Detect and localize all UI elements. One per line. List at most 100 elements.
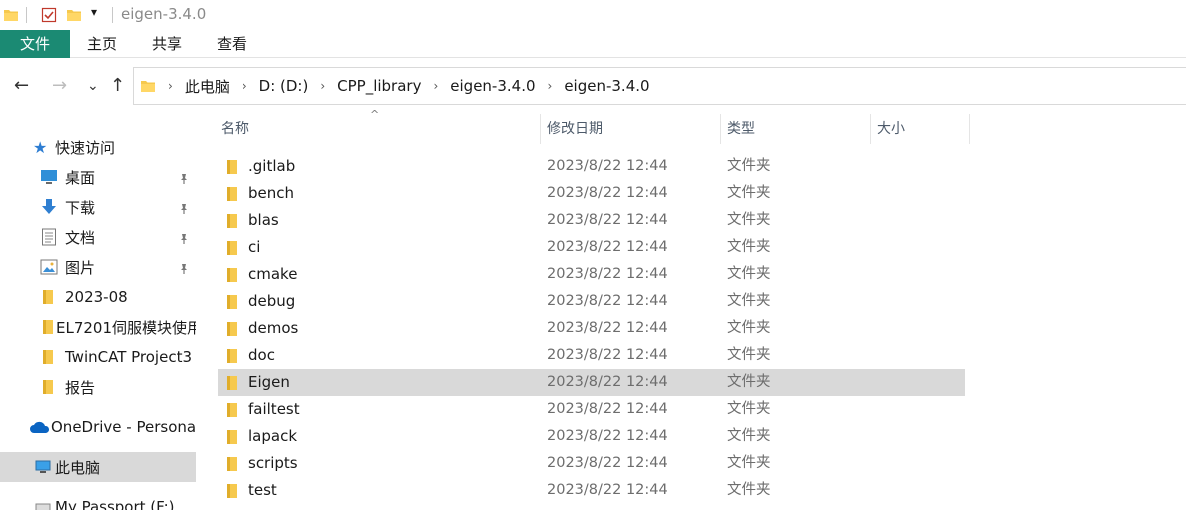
breadcrumb-eigen-parent[interactable]: eigen-3.4.0	[450, 77, 535, 95]
back-button[interactable]: ←	[14, 76, 29, 96]
chevron-right-icon[interactable]: ›	[433, 79, 438, 93]
sidebar-item-report[interactable]: 报告	[0, 372, 196, 402]
quick-access-dropdown-icon[interactable]: ▾	[91, 5, 97, 19]
breadcrumb-drive-d[interactable]: D: (D:)	[259, 77, 309, 95]
window-title: eigen-3.4.0	[121, 5, 207, 23]
tab-view[interactable]: 查看	[207, 30, 257, 58]
pin-icon[interactable]	[178, 201, 190, 214]
chevron-right-icon[interactable]: ›	[320, 79, 325, 93]
sidebar-item-label: 文档	[65, 228, 96, 247]
sidebar-item-el7201[interactable]: EL7201伺服模块使用	[0, 312, 196, 342]
sidebar-item-label: 图片	[65, 258, 96, 277]
properties-icon[interactable]	[41, 7, 57, 27]
sidebar-item-downloads[interactable]: 下载	[0, 192, 196, 222]
file-name: cmake	[248, 265, 298, 283]
file-row[interactable]: lapack 2023/8/22 12:44 文件夹	[218, 423, 965, 450]
recent-locations-button[interactable]: ⌄	[87, 76, 99, 96]
sidebar-item-2023-08[interactable]: 2023-08	[0, 282, 196, 312]
tab-home[interactable]: 主页	[77, 30, 127, 58]
chevron-right-icon[interactable]: ›	[548, 79, 553, 93]
file-row[interactable]: blas 2023/8/22 12:44 文件夹	[218, 207, 965, 234]
tab-share[interactable]: 共享	[142, 30, 192, 58]
file-name: test	[248, 481, 277, 499]
file-name: lapack	[248, 427, 298, 445]
folder-icon	[40, 349, 65, 365]
sidebar-item-label: 下载	[65, 198, 96, 217]
file-row[interactable]: failtest 2023/8/22 12:44 文件夹	[218, 396, 965, 423]
file-type: 文件夹	[727, 293, 771, 309]
up-button[interactable]: ↑	[110, 76, 125, 96]
folder-icon	[224, 429, 240, 449]
sidebar-item-my-passport[interactable]: My Passport (F:)	[0, 492, 196, 510]
file-type: 文件夹	[727, 158, 771, 174]
breadcrumb-cpp-library[interactable]: CPP_library	[337, 77, 421, 95]
file-modified-date: 2023/8/22 12:44	[547, 320, 668, 336]
file-type: 文件夹	[727, 455, 771, 471]
file-row[interactable]: debug 2023/8/22 12:44 文件夹	[218, 288, 965, 315]
sidebar-item-twincat[interactable]: TwinCAT Project3	[0, 342, 196, 372]
sidebar-item-label: 快速访问	[55, 138, 116, 157]
file-name: Eigen	[248, 373, 290, 391]
column-header-modified[interactable]: 修改日期	[541, 114, 720, 144]
column-header-size[interactable]: 大小	[871, 114, 969, 144]
folder-icon	[40, 289, 65, 305]
file-name: .gitlab	[248, 157, 296, 175]
address-bar[interactable]: › 此电脑 › D: (D:) › CPP_library › eigen-3.…	[133, 67, 1186, 105]
file-type: 文件夹	[727, 482, 771, 498]
column-header-type[interactable]: 类型	[721, 114, 870, 144]
file-row[interactable]: ci 2023/8/22 12:44 文件夹	[218, 234, 965, 261]
file-name: failtest	[248, 400, 300, 418]
file-modified-date: 2023/8/22 12:44	[547, 455, 668, 471]
file-row[interactable]: demos 2023/8/22 12:44 文件夹	[218, 315, 965, 342]
sidebar-item-documents[interactable]: 文档	[0, 222, 196, 252]
breadcrumb-this-pc[interactable]: 此电脑	[185, 76, 230, 97]
folder-icon	[40, 319, 56, 335]
file-name: debug	[248, 292, 296, 310]
sidebar-item-desktop[interactable]: 桌面	[0, 162, 196, 192]
folder-icon	[224, 240, 240, 260]
sidebar-item-onedrive[interactable]: OneDrive - Personal	[0, 412, 196, 442]
file-row[interactable]: bench 2023/8/22 12:44 文件夹	[218, 180, 965, 207]
file-type: 文件夹	[727, 374, 771, 390]
sidebar-item-pictures[interactable]: 图片	[0, 252, 196, 282]
file-type: 文件夹	[727, 320, 771, 336]
desktop-icon	[40, 169, 65, 185]
navigation-pane: ★ 快速访问 桌面 下载 文档 图片 2023-08 EL7201伺服模块使用 …	[0, 114, 196, 510]
file-name: demos	[248, 319, 299, 337]
tab-file[interactable]: 文件	[0, 30, 70, 58]
file-row[interactable]: Eigen 2023/8/22 12:44 文件夹	[218, 369, 965, 396]
pin-icon[interactable]	[178, 231, 190, 244]
chevron-right-icon[interactable]: ›	[168, 79, 173, 93]
folder-icon	[224, 321, 240, 341]
column-divider[interactable]	[969, 114, 970, 144]
sidebar-item-label: EL7201伺服模块使用	[56, 318, 196, 337]
file-row[interactable]: test 2023/8/22 12:44 文件夹	[218, 477, 965, 504]
pin-icon[interactable]	[178, 261, 190, 274]
file-name: doc	[248, 346, 275, 364]
folder-icon[interactable]	[3, 7, 19, 27]
file-row[interactable]: scripts 2023/8/22 12:44 文件夹	[218, 450, 965, 477]
file-modified-date: 2023/8/22 12:44	[547, 185, 668, 201]
column-header-name[interactable]: 名称	[215, 114, 540, 144]
ribbon: 文件 主页 共享 查看	[0, 30, 1186, 58]
forward-button[interactable]: →	[52, 76, 67, 96]
sidebar-item-label: 2023-08	[65, 288, 128, 306]
file-modified-date: 2023/8/22 12:44	[547, 374, 668, 390]
pin-icon[interactable]	[178, 171, 190, 184]
title-bar: ▾ eigen-3.4.0	[0, 0, 1186, 30]
drive-icon	[35, 501, 55, 510]
file-row[interactable]: cmake 2023/8/22 12:44 文件夹	[218, 261, 965, 288]
picture-icon	[40, 259, 65, 275]
file-row[interactable]: .gitlab 2023/8/22 12:44 文件夹	[218, 153, 965, 180]
sidebar-item-this-pc[interactable]: 此电脑	[0, 452, 196, 482]
chevron-right-icon[interactable]: ›	[242, 79, 247, 93]
computer-icon	[35, 460, 55, 474]
file-modified-date: 2023/8/22 12:44	[547, 158, 668, 174]
folder-icon	[224, 402, 240, 422]
divider	[26, 7, 27, 23]
file-row[interactable]: doc 2023/8/22 12:44 文件夹	[218, 342, 965, 369]
sidebar-item-quick-access[interactable]: ★ 快速访问	[0, 132, 196, 162]
new-folder-icon[interactable]	[66, 7, 82, 27]
breadcrumb-eigen-current[interactable]: eigen-3.4.0	[564, 77, 649, 95]
folder-icon	[140, 78, 156, 94]
